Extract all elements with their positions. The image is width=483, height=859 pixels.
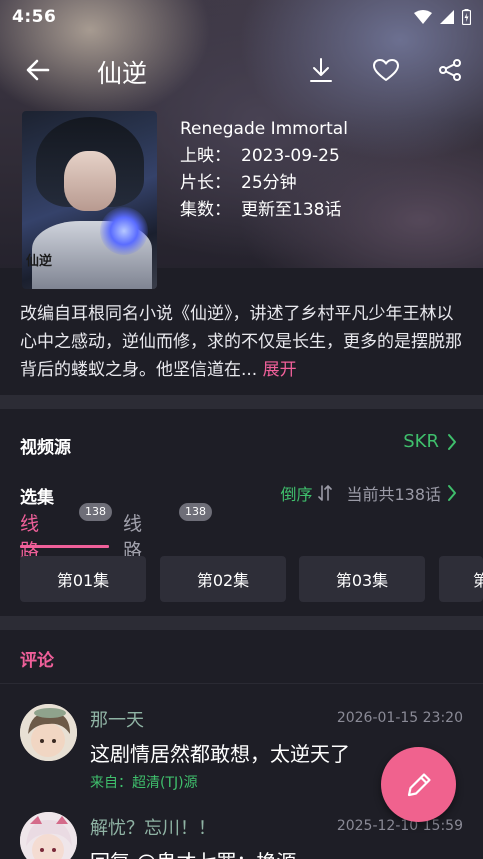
poster-image: 仙逆	[22, 111, 157, 289]
episode-button[interactable]: 第01集	[20, 556, 146, 602]
release-label: 上映：	[180, 146, 231, 166]
source-value: SKR	[403, 431, 439, 452]
comment-text: 回复 @鬼才七罪：换源	[90, 846, 296, 859]
back-arrow-icon	[26, 59, 50, 81]
expand-link[interactable]: 展开	[263, 360, 297, 380]
duration-value: 25分钟	[241, 173, 297, 193]
active-tab-indicator	[20, 545, 109, 548]
download-button[interactable]	[305, 54, 337, 86]
back-button[interactable]	[22, 56, 54, 84]
edit-pencil-icon	[407, 772, 431, 796]
description: 改编自耳根同名小说《仙逆》，讲述了乡村平凡少年王林以心中之感动，逆仙而修，求的不…	[20, 300, 465, 384]
detail-screen: 4:56 仙逆 仙逆 Renegade Immortal 上映： 2023-09…	[0, 0, 483, 859]
comment-time: 2026-01-15 23:20	[336, 710, 463, 726]
poster-seal: 仙逆	[26, 254, 53, 269]
download-icon	[310, 58, 332, 82]
status-icons	[414, 9, 471, 25]
episode-panel: 视频源 SKR 选集 倒序 当前共138话 线路1 138 线路2 138 第0…	[0, 409, 483, 616]
sort-order-button[interactable]: 倒序	[280, 481, 312, 505]
divider	[0, 395, 483, 409]
comments-title: 评论	[20, 651, 54, 671]
battery-icon	[462, 9, 471, 25]
source-label: 视频源	[20, 438, 71, 458]
episode-controls: 倒序 当前共138话	[280, 481, 457, 505]
episodes-value: 更新至138话	[241, 200, 342, 220]
description-text: 改编自耳根同名小说《仙逆》，讲述了乡村平凡少年王林以心中之感动，逆仙而修，求的不…	[20, 304, 462, 380]
episodes-section-label: 选集	[20, 488, 54, 508]
episode-button[interactable]: 第	[439, 556, 483, 602]
comments-section: 评论 那一天 2026-01-15 23:20 这剧情居然都敢想，太逆天了 来自…	[0, 630, 483, 859]
comment-time: 2025-12-10 15:59	[336, 818, 463, 834]
write-comment-button[interactable]	[381, 747, 456, 822]
avatar[interactable]	[20, 812, 77, 859]
favorite-button[interactable]	[370, 54, 402, 86]
sort-icon[interactable]	[318, 484, 333, 502]
page-title: 仙逆	[97, 59, 148, 88]
chevron-right-icon	[448, 433, 456, 450]
tab-line-1-count: 138	[79, 503, 112, 521]
signal-icon	[440, 10, 454, 24]
episodes-label: 集数：	[180, 200, 231, 220]
status-time: 4:56	[12, 7, 57, 27]
release-row: 上映： 2023-09-25	[180, 143, 348, 170]
release-value: 2023-09-25	[241, 146, 340, 166]
share-icon	[439, 59, 461, 81]
comments-header: 评论	[0, 630, 483, 684]
episode-button[interactable]: 第03集	[299, 556, 425, 602]
episodes-row: 集数： 更新至138话	[180, 197, 348, 224]
comment-source: 来自：超清(TJ)源	[90, 775, 198, 791]
toolbar: 仙逆	[0, 48, 483, 92]
avatar[interactable]	[20, 704, 77, 761]
duration-row: 片长： 25分钟	[180, 170, 348, 197]
heart-icon	[373, 59, 399, 81]
episode-total[interactable]: 当前共138话	[346, 481, 441, 505]
episode-button[interactable]: 第02集	[160, 556, 286, 602]
wifi-icon	[414, 10, 432, 24]
divider	[0, 616, 483, 630]
duration-label: 片长：	[180, 173, 231, 193]
chevron-right-icon	[448, 485, 456, 501]
english-title: Renegade Immortal	[180, 119, 348, 139]
status-bar: 4:56	[0, 0, 483, 34]
share-button[interactable]	[434, 54, 466, 86]
source-selector[interactable]: SKR	[403, 431, 457, 452]
comment-username[interactable]: 解忧？忘川！！	[90, 814, 216, 840]
comment-text: 这剧情居然都敢想，太逆天了	[90, 742, 350, 766]
show-info: Renegade Immortal 上映： 2023-09-25 片长： 25分…	[180, 116, 348, 224]
tab-line-2-count: 138	[179, 503, 212, 521]
comment-username[interactable]: 那一天	[90, 706, 144, 732]
